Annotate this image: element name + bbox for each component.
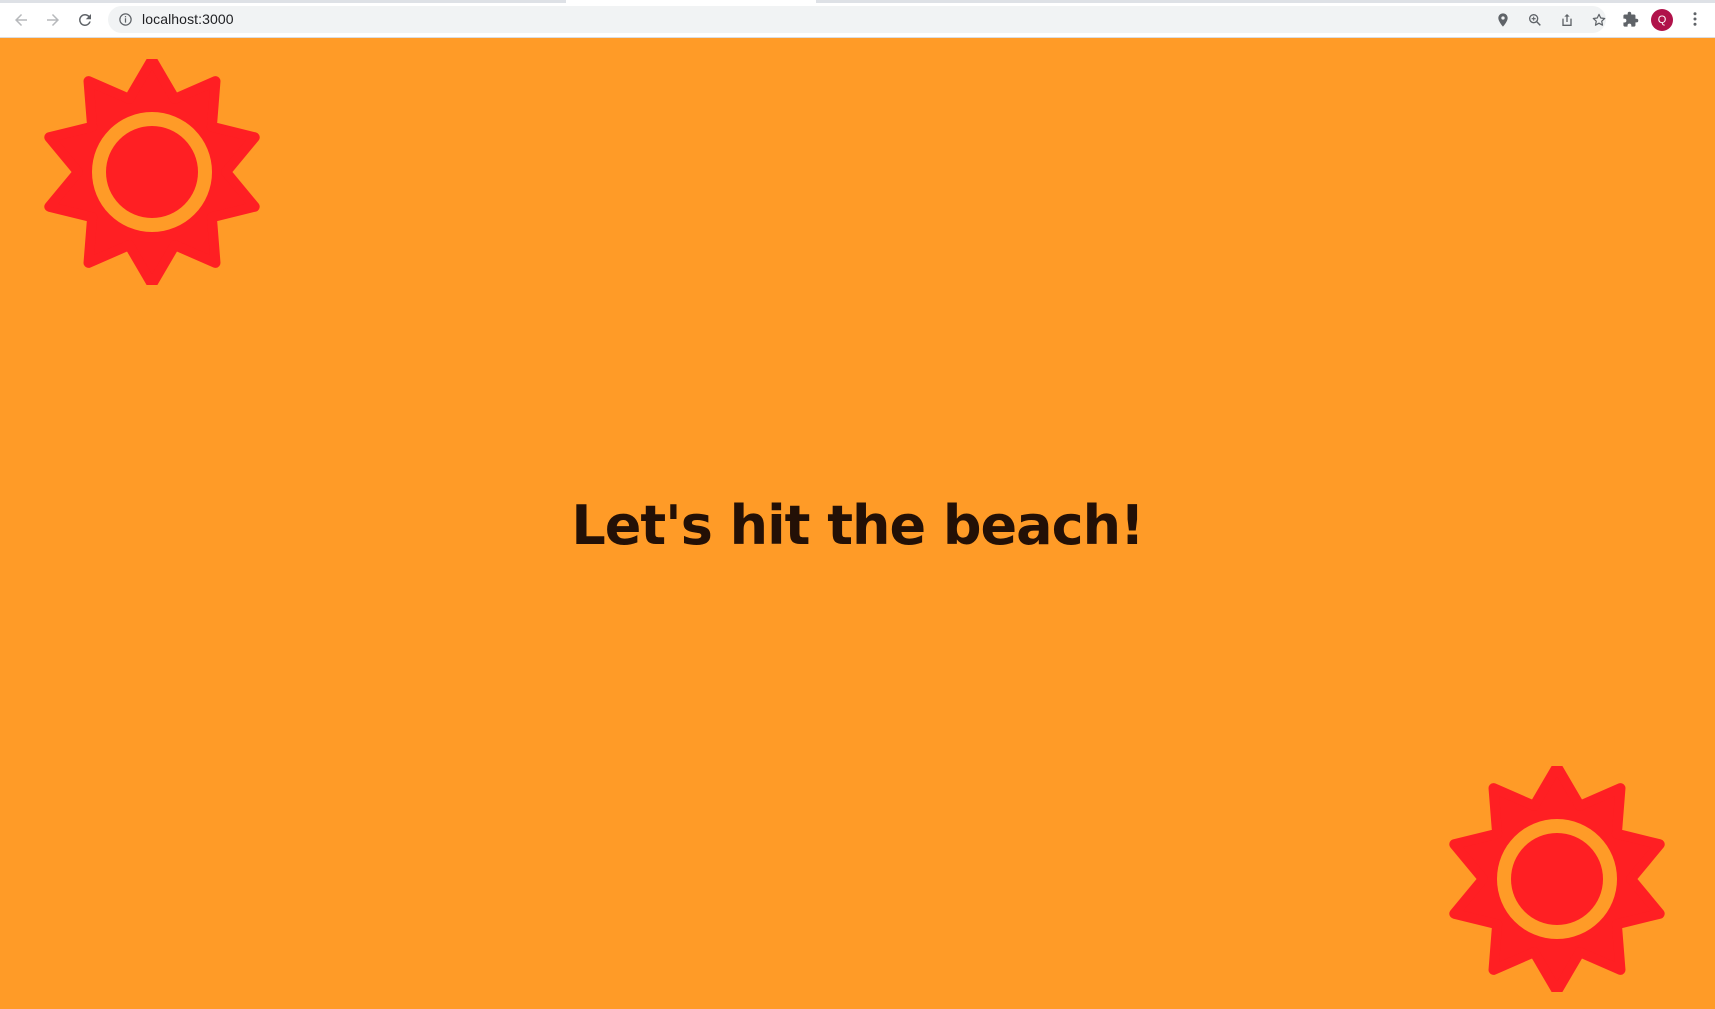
kebab-menu-icon[interactable]	[1685, 9, 1705, 29]
back-button[interactable]	[8, 7, 34, 33]
address-bar[interactable]: localhost:3000	[108, 6, 1606, 33]
location-pin-icon[interactable]	[1494, 11, 1512, 29]
forward-button[interactable]	[40, 7, 66, 33]
forward-arrow-icon	[47, 14, 59, 26]
browser-toolbar: localhost:3000 Q	[0, 0, 1715, 38]
share-icon[interactable]	[1558, 11, 1576, 29]
reload-button[interactable]	[72, 7, 98, 33]
back-arrow-icon	[15, 14, 27, 26]
sun-core	[1511, 833, 1603, 925]
reload-icon	[79, 13, 91, 26]
info-icon[interactable]	[118, 12, 133, 27]
star-icon[interactable]	[1590, 11, 1608, 29]
zoom-icon[interactable]	[1526, 11, 1544, 29]
sun-icon	[1449, 766, 1665, 992]
url-text[interactable]: localhost:3000	[142, 6, 234, 33]
profile-avatar[interactable]: Q	[1651, 9, 1673, 31]
sun-icon	[44, 59, 260, 285]
page-headline: Let's hit the beach!	[571, 494, 1144, 557]
page-viewport: Let's hit the beach!	[0, 38, 1715, 1009]
puzzle-icon[interactable]	[1620, 9, 1640, 29]
sun-core	[106, 126, 198, 218]
tab-strip-edge	[0, 0, 1715, 3]
